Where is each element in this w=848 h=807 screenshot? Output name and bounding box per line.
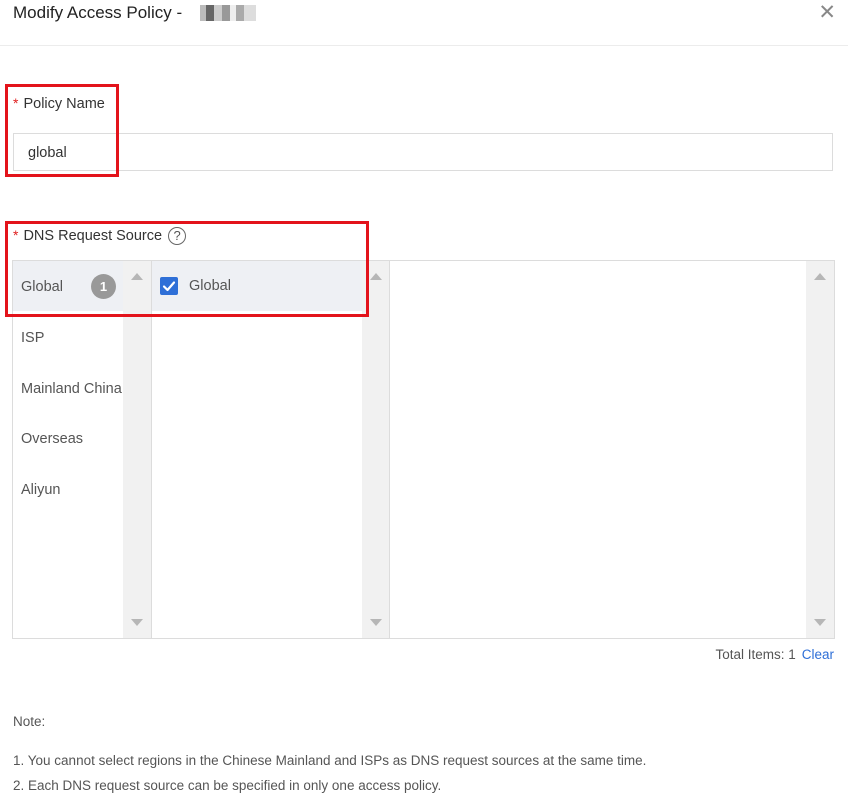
clear-link[interactable]: Clear xyxy=(802,647,834,662)
count-badge: 1 xyxy=(91,274,116,299)
scrollbar[interactable] xyxy=(362,261,390,638)
scroll-up-icon[interactable] xyxy=(370,273,382,280)
note-heading: Note: xyxy=(13,714,46,729)
scroll-up-icon[interactable] xyxy=(814,273,826,280)
header-divider xyxy=(0,45,848,46)
policy-name-label-row: * Policy Name xyxy=(13,95,105,112)
scroll-down-icon[interactable] xyxy=(370,619,382,626)
required-mark: * xyxy=(13,227,19,243)
category-item-overseas[interactable]: Overseas xyxy=(21,431,125,447)
dialog-title: Modify Access Policy - xyxy=(13,3,183,22)
category-item-aliyun[interactable]: Aliyun xyxy=(21,482,125,498)
scroll-up-icon[interactable] xyxy=(131,273,143,280)
scrollbar[interactable] xyxy=(806,261,834,638)
option-label: Global xyxy=(189,278,231,294)
scroll-down-icon[interactable] xyxy=(814,619,826,626)
note-item: 1. You cannot select regions in the Chin… xyxy=(13,753,647,768)
total-items-row: Total Items: 1 Clear xyxy=(715,647,834,662)
policy-name-input[interactable]: global xyxy=(13,133,833,171)
total-items-text: Total Items: 1 xyxy=(715,647,796,662)
redacted-domain xyxy=(196,5,256,21)
note-item: 2. Each DNS request source can be specif… xyxy=(13,778,442,793)
question-circle-icon[interactable]: ? xyxy=(168,227,187,246)
scroll-down-icon[interactable] xyxy=(131,619,143,626)
dns-source-label: DNS Request Source xyxy=(23,228,163,244)
option-list: Global xyxy=(151,260,391,639)
scrollbar[interactable] xyxy=(123,261,151,638)
required-mark: * xyxy=(13,95,19,111)
sub-option-list xyxy=(389,260,835,639)
close-icon[interactable]: ✕ xyxy=(818,2,836,24)
option-row-global[interactable]: Global xyxy=(152,261,362,311)
checkbox-global[interactable] xyxy=(160,277,178,295)
category-item-mainland-china[interactable]: Mainland China xyxy=(21,381,125,397)
category-item-isp[interactable]: ISP xyxy=(21,330,125,346)
check-icon xyxy=(162,281,176,292)
dns-source-label-row: * DNS Request Source? xyxy=(13,227,187,246)
category-list: Global 1 ISP Mainland China Overseas Ali… xyxy=(12,260,152,639)
policy-name-label: Policy Name xyxy=(23,96,105,112)
